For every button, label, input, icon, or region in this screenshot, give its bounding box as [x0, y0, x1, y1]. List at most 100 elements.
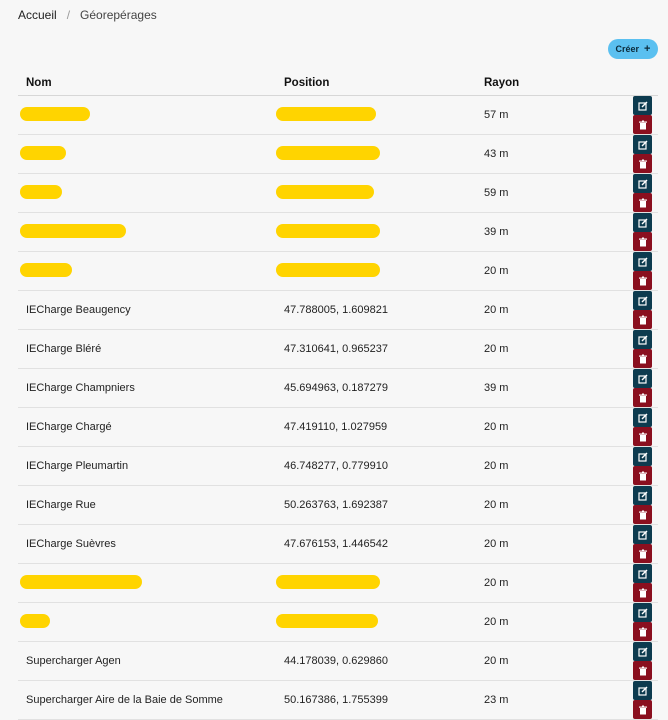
- cell-actions: [604, 212, 658, 252]
- delete-button[interactable]: [633, 583, 652, 602]
- trash-icon: [638, 588, 648, 598]
- create-button[interactable]: Créer +: [608, 39, 658, 59]
- delete-button[interactable]: [633, 388, 652, 407]
- delete-button[interactable]: [633, 544, 652, 563]
- cell-position: 47.676153, 1.446542: [276, 524, 476, 564]
- cell-actions: [604, 329, 658, 369]
- redacted-position: [276, 95, 476, 135]
- redacted-position: [276, 602, 476, 642]
- redacted-position: [276, 173, 476, 213]
- redacted-name: [18, 95, 276, 135]
- delete-button[interactable]: [633, 232, 652, 251]
- delete-button[interactable]: [633, 622, 652, 641]
- edit-button[interactable]: [633, 252, 652, 271]
- table-row: 59 m: [18, 173, 658, 213]
- cell-actions: [604, 368, 658, 408]
- cell-actions: [604, 290, 658, 330]
- table-row: IECharge Suèvres 47.676153, 1.446542 20 m: [18, 524, 658, 564]
- table-row: IECharge Chargé 47.419110, 1.027959 20 m: [18, 407, 658, 447]
- cell-rayon: 23 m: [476, 680, 604, 720]
- edit-button[interactable]: [633, 486, 652, 505]
- edit-button[interactable]: [633, 564, 652, 583]
- delete-button[interactable]: [633, 427, 652, 446]
- edit-icon: [637, 413, 648, 423]
- delete-button[interactable]: [633, 466, 652, 485]
- delete-button[interactable]: [633, 661, 652, 680]
- cell-actions: [604, 485, 658, 525]
- trash-icon: [638, 627, 648, 637]
- edit-button[interactable]: [633, 642, 652, 661]
- trash-icon: [638, 354, 648, 364]
- delete-button[interactable]: [633, 193, 652, 212]
- delete-button[interactable]: [633, 115, 652, 134]
- redaction-mark: [20, 145, 66, 160]
- cell-actions: [604, 173, 658, 213]
- cell-name: IECharge Bléré: [18, 329, 276, 369]
- cell-rayon: 20 m: [476, 524, 604, 564]
- trash-icon: [638, 159, 648, 169]
- cell-rayon: 39 m: [476, 368, 604, 408]
- edit-button[interactable]: [633, 525, 652, 544]
- cell-actions: [604, 641, 658, 681]
- table-row: IECharge Beaugency 47.788005, 1.609821 20 …: [18, 290, 658, 330]
- cell-actions: [604, 680, 658, 720]
- edit-button[interactable]: [633, 369, 652, 388]
- edit-button[interactable]: [633, 291, 652, 310]
- edit-icon: [637, 530, 648, 540]
- column-header-rayon[interactable]: Rayon: [476, 71, 604, 96]
- cell-rayon: 59 m: [476, 173, 604, 213]
- edit-button[interactable]: [633, 681, 652, 700]
- trash-icon: [638, 393, 648, 403]
- edit-button[interactable]: [633, 213, 652, 232]
- cell-position: 47.310641, 0.965237: [276, 329, 476, 369]
- delete-button[interactable]: [633, 154, 652, 173]
- column-header-position[interactable]: Position: [276, 71, 476, 96]
- trash-icon: [638, 549, 648, 559]
- cell-rayon: 43 m: [476, 134, 604, 174]
- delete-button[interactable]: [633, 271, 652, 290]
- table-row: IECharge Pleumartin 46.748277, 0.779910 20…: [18, 446, 658, 486]
- redaction-mark: [20, 262, 72, 277]
- edit-button[interactable]: [633, 408, 652, 427]
- table-header-row: Nom Position Rayon: [18, 71, 658, 96]
- edit-button[interactable]: [633, 447, 652, 466]
- delete-button[interactable]: [633, 505, 652, 524]
- table-row: IECharge Champniers 45.694963, 0.187279 39…: [18, 368, 658, 408]
- trash-icon: [638, 705, 648, 715]
- edit-button[interactable]: [633, 135, 652, 154]
- cell-actions: [604, 524, 658, 564]
- redacted-name: [18, 173, 276, 213]
- edit-icon: [637, 218, 648, 228]
- redaction-mark: [276, 613, 378, 628]
- edit-button[interactable]: [633, 603, 652, 622]
- trash-icon: [638, 276, 648, 286]
- cell-rayon: 20 m: [476, 641, 604, 681]
- cell-rayon: 20 m: [476, 485, 604, 525]
- redacted-position: [276, 563, 476, 603]
- edit-icon: [637, 101, 648, 111]
- delete-button[interactable]: [633, 700, 652, 719]
- cell-rayon: 20 m: [476, 290, 604, 330]
- edit-button[interactable]: [633, 96, 652, 115]
- cell-position: 47.788005, 1.609821: [276, 290, 476, 330]
- edit-icon: [637, 647, 648, 657]
- edit-icon: [637, 608, 648, 618]
- cell-actions: [604, 602, 658, 642]
- table-row: 20 m: [18, 563, 658, 603]
- breadcrumb-home-link[interactable]: Accueil: [18, 8, 57, 22]
- redaction-mark: [276, 106, 376, 121]
- trash-icon: [638, 666, 648, 676]
- delete-button[interactable]: [633, 310, 652, 329]
- delete-button[interactable]: [633, 349, 652, 368]
- edit-button[interactable]: [633, 330, 652, 349]
- redacted-position: [276, 212, 476, 252]
- table-row: 20 m: [18, 251, 658, 291]
- table-row: IECharge Rue 50.263763, 1.692387 20 m: [18, 485, 658, 525]
- trash-icon: [638, 471, 648, 481]
- column-header-name[interactable]: Nom: [18, 71, 276, 96]
- edit-icon: [637, 296, 648, 306]
- table-row: Supercharger Aire de la Baie de Somme 50.…: [18, 680, 658, 720]
- cell-actions: [604, 251, 658, 291]
- plus-icon: +: [644, 43, 651, 55]
- edit-button[interactable]: [633, 174, 652, 193]
